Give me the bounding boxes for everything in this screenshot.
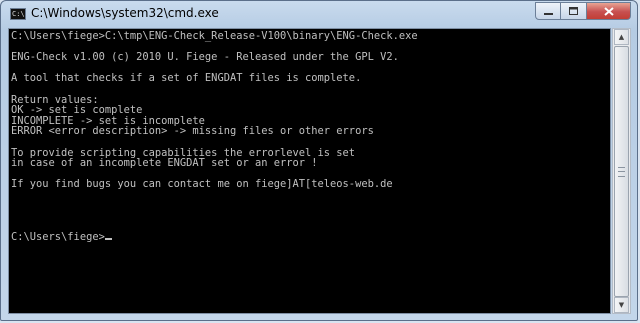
minimize-icon <box>543 12 553 15</box>
prompt-text: C:\Users\fiege> <box>11 231 105 244</box>
scroll-up-button[interactable]: ▲ <box>614 29 629 45</box>
console-line: If you find bugs you can contact me on f… <box>11 178 393 191</box>
close-button[interactable] <box>587 2 631 20</box>
console-line: in case of an incomplete ENGDAT set or a… <box>11 157 318 170</box>
console-line: C:\Users\fiege>C:\tmp\ENG-Check_Release-… <box>11 30 418 42</box>
close-icon <box>603 6 614 16</box>
minimize-button[interactable] <box>535 2 561 20</box>
console-area[interactable]: C:\Users\fiege>C:\tmp\ENG-Check_Release-… <box>8 28 611 314</box>
window-controls <box>535 2 631 20</box>
arrow-up-icon: ▲ <box>618 33 625 41</box>
cmd-window: C:\ C:\Windows\system32\cmd.exe C:\Users… <box>0 0 638 321</box>
console-line: A tool that checks if a set of ENGDAT fi… <box>11 72 362 85</box>
window-title: C:\Windows\system32\cmd.exe <box>31 6 219 20</box>
console-output: C:\Users\fiege>C:\tmp\ENG-Check_Release-… <box>11 31 418 243</box>
grip-icon <box>618 167 625 177</box>
console-line: ENG-Check v1.00 (c) 2010 U. Fiege - Rele… <box>11 51 399 64</box>
maximize-button[interactable] <box>561 2 587 20</box>
scroll-thumb[interactable] <box>614 46 629 297</box>
scroll-down-button[interactable]: ▼ <box>614 297 629 313</box>
vertical-scrollbar[interactable]: ▲ ▼ <box>612 28 631 314</box>
cmd-app-icon[interactable]: C:\ <box>10 8 26 20</box>
maximize-icon <box>569 7 578 15</box>
text-cursor <box>104 238 112 241</box>
console-line: ERROR <error description> -> missing fil… <box>11 125 374 138</box>
arrow-down-icon: ▼ <box>618 301 625 309</box>
title-bar[interactable]: C:\ C:\Windows\system32\cmd.exe <box>1 1 637 28</box>
